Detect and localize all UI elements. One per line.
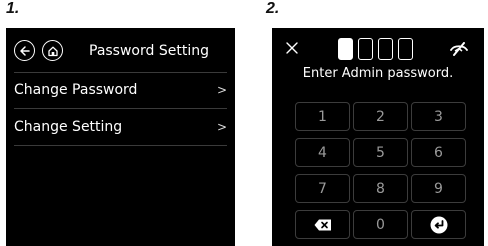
backspace-button[interactable]	[295, 210, 350, 239]
divider	[14, 145, 227, 146]
key-7[interactable]: 7	[295, 174, 350, 203]
step-1-label: 1.	[6, 0, 20, 17]
key-0[interactable]: 0	[353, 210, 408, 239]
home-button[interactable]	[42, 40, 63, 61]
menu-item-label: Change Password	[14, 82, 138, 98]
key-8[interactable]: 8	[353, 174, 408, 203]
enter-button[interactable]	[411, 210, 466, 239]
close-button[interactable]	[284, 40, 300, 56]
toggle-visibility-button[interactable]	[449, 41, 469, 57]
home-icon	[47, 46, 58, 56]
key-5[interactable]: 5	[353, 138, 408, 167]
pin-slot	[398, 38, 413, 60]
page-title: Password Setting	[89, 43, 209, 59]
enter-icon	[430, 216, 447, 233]
key-1[interactable]: 1	[295, 102, 350, 131]
backspace-icon	[314, 219, 331, 230]
key-9[interactable]: 9	[411, 174, 466, 203]
menu-item-label: Change Setting	[14, 119, 123, 135]
step-2-label: 2.	[266, 0, 280, 17]
menu-item-change-password[interactable]: Change Password >	[14, 72, 227, 108]
admin-password-screen: Enter Admin password. 1 2 3 4 5 6 7 8 9 …	[272, 28, 484, 246]
pin-slot	[358, 38, 373, 60]
key-6[interactable]: 6	[411, 138, 466, 167]
key-3[interactable]: 3	[411, 102, 466, 131]
close-icon	[286, 42, 298, 54]
pin-slot-filled	[338, 38, 353, 60]
back-button[interactable]	[14, 40, 35, 61]
key-2[interactable]: 2	[353, 102, 408, 131]
eye-slash-icon	[450, 42, 468, 56]
chevron-right-icon: >	[216, 83, 227, 97]
password-setting-screen: Password Setting Change Password > Chang…	[6, 28, 235, 246]
pin-slot	[378, 38, 393, 60]
password-prompt: Enter Admin password.	[302, 66, 454, 81]
key-4[interactable]: 4	[295, 138, 350, 167]
arrow-left-icon	[19, 45, 30, 56]
chevron-right-icon: >	[216, 120, 227, 134]
menu-item-change-setting[interactable]: Change Setting >	[14, 109, 227, 145]
screen-header: Password Setting	[6, 28, 235, 72]
